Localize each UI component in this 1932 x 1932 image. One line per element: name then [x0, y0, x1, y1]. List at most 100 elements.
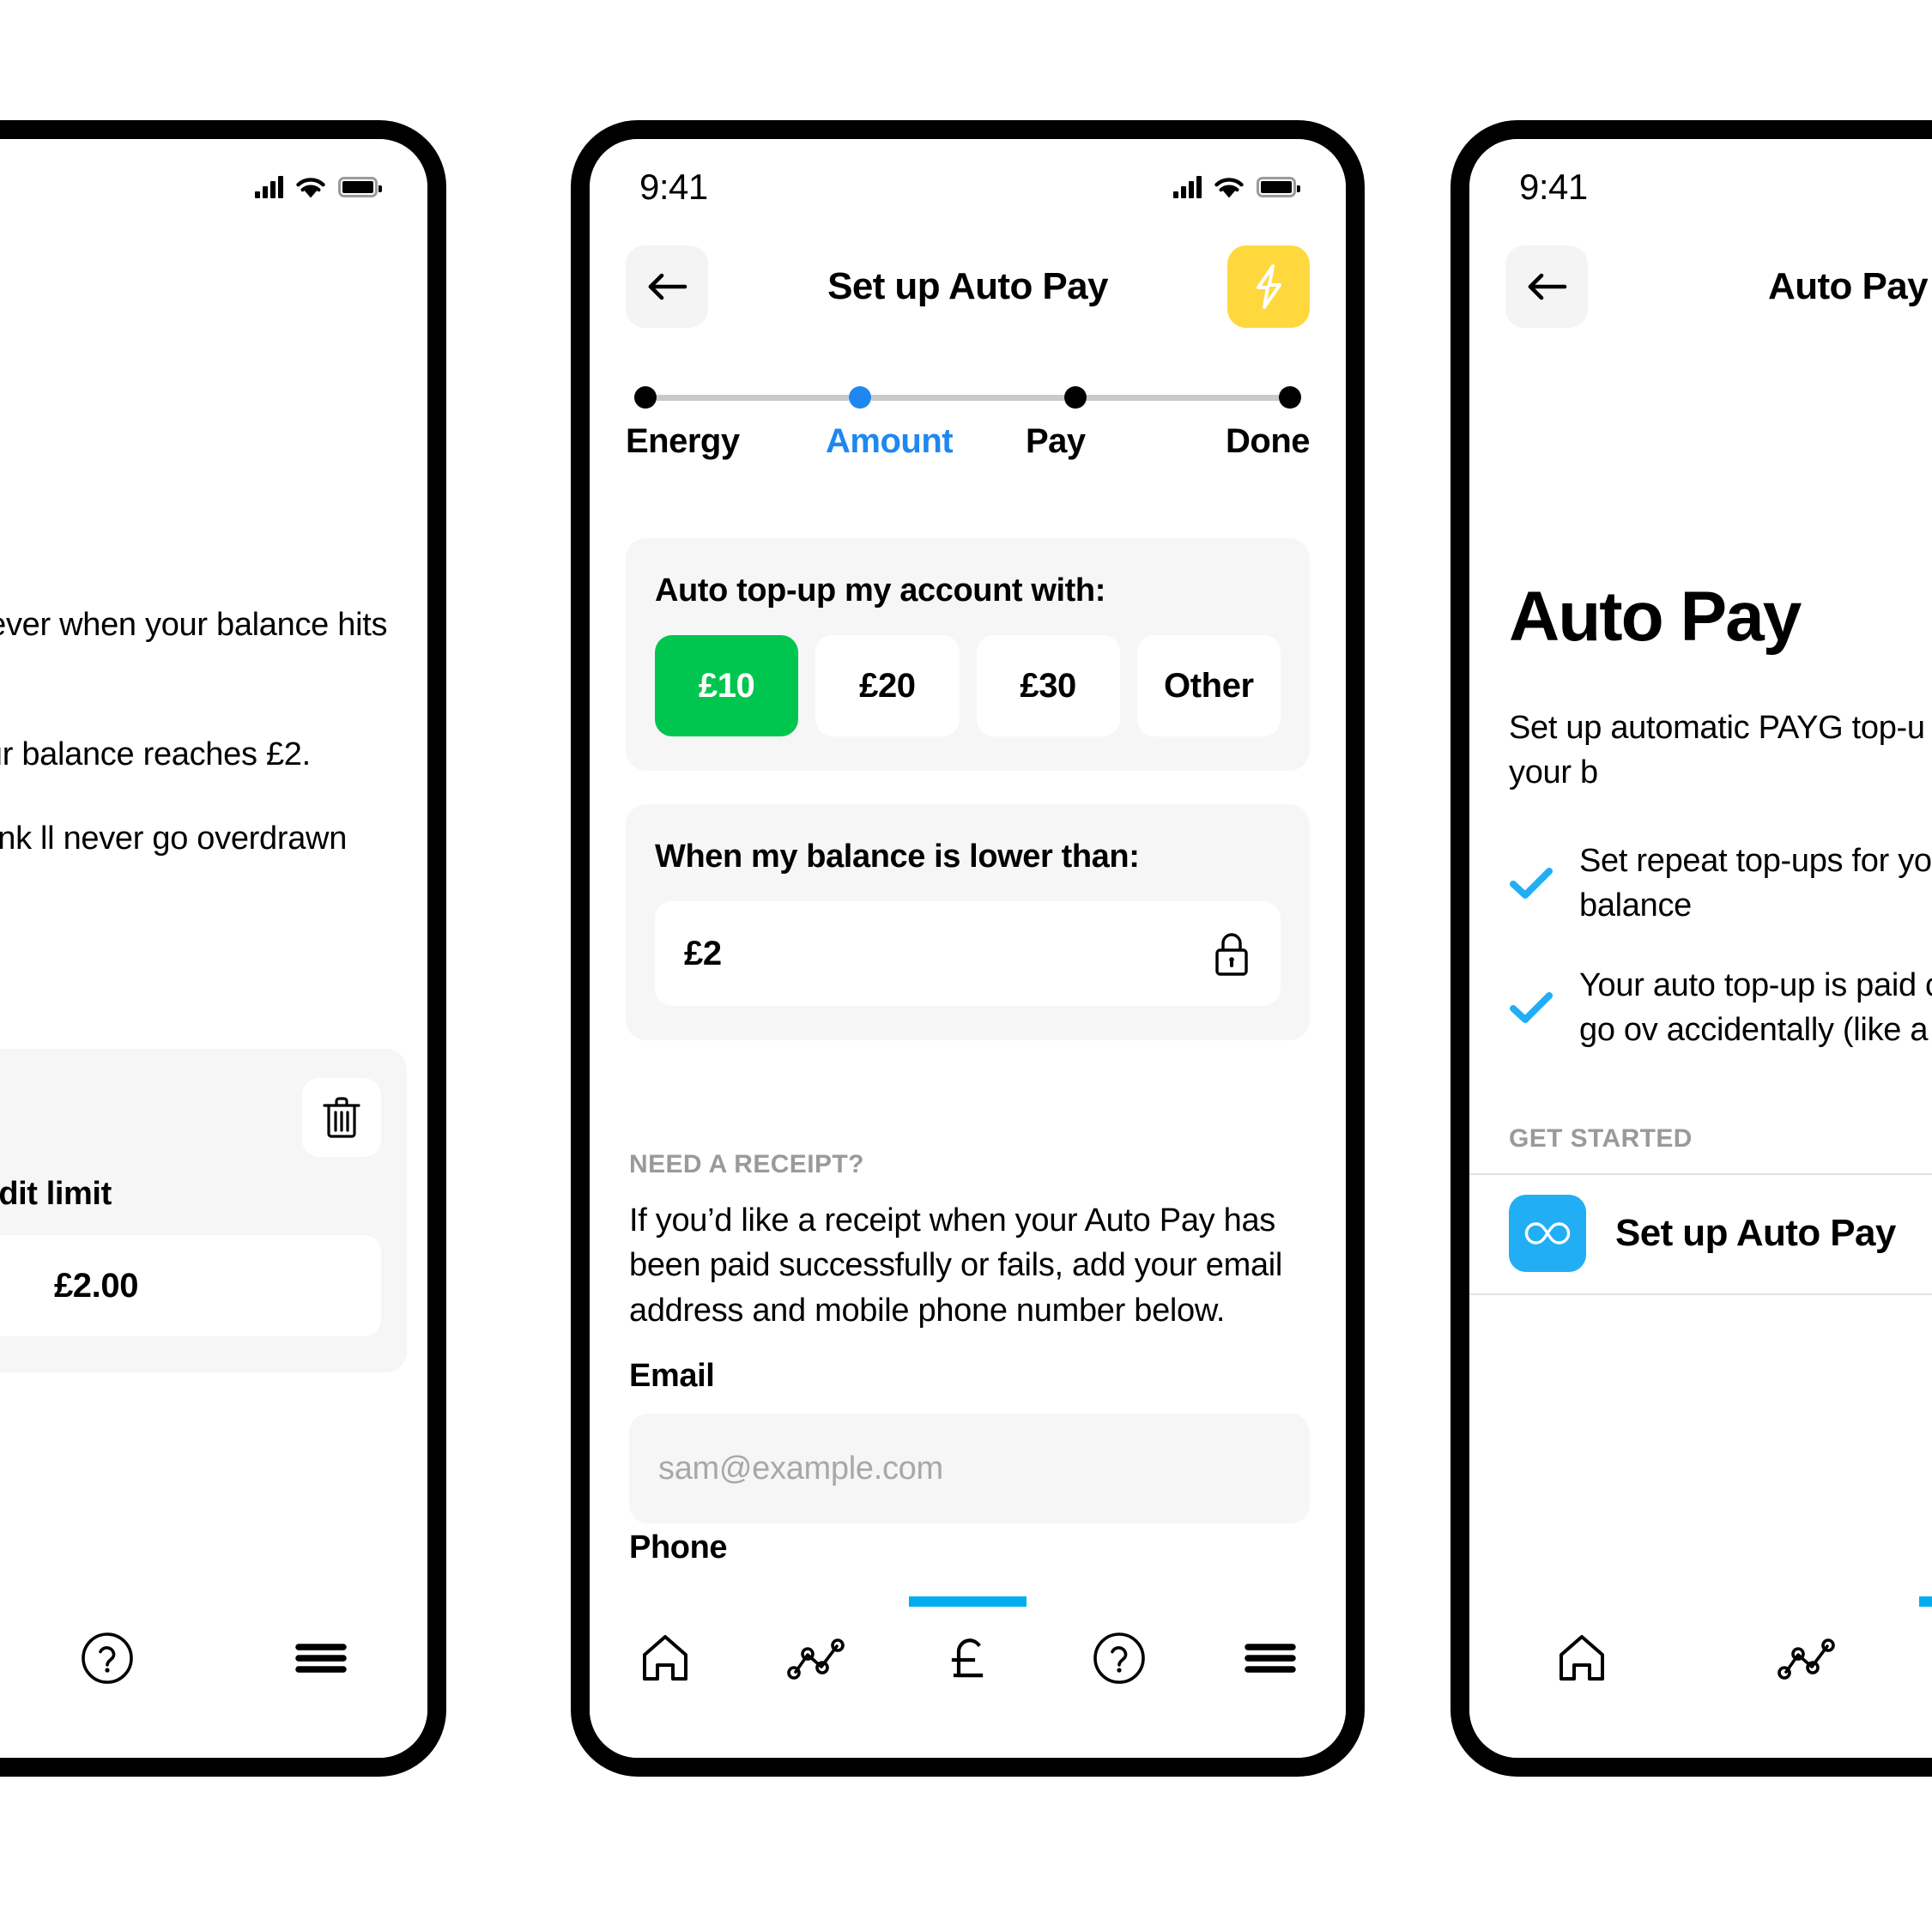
bottom-nav: [1469, 1607, 1932, 1710]
step-label-done: Done: [1226, 422, 1311, 460]
topup-option-other[interactable]: Other: [1136, 635, 1281, 736]
page-title: Auto Pay: [0, 265, 391, 308]
trash-icon: [321, 1095, 362, 1140]
balance-threshold-value: £2: [684, 934, 722, 972]
check-icon: [1509, 989, 1553, 1027]
home-indicator-cell: [590, 1596, 741, 1607]
credit-limit-label: Credit limit: [0, 1176, 112, 1212]
step-line: [1086, 394, 1279, 401]
bottom-nav-item-menu[interactable]: [214, 1640, 427, 1676]
balance-threshold-card: When my balance is lower than: £2: [626, 804, 1310, 1040]
home-indicator-bar-empty: [1060, 1596, 1178, 1607]
balance-threshold-title: When my balance is lower than:: [655, 839, 1140, 875]
status-bar: 9:41: [590, 161, 1346, 213]
email-input[interactable]: sam@example.com: [629, 1414, 1310, 1523]
nav-header: Auto Pay: [0, 242, 427, 331]
phone-center: 9:41 Set up Auto Pay Energy Amount Pay D…: [571, 120, 1365, 1777]
bottom-nav-item-home[interactable]: [1469, 1632, 1694, 1684]
nav-header: Set up Auto Pay: [590, 242, 1346, 331]
step-dot-pay[interactable]: [1063, 386, 1087, 409]
step-label-energy: Energy: [626, 422, 740, 460]
arrow-left-icon: [645, 270, 688, 303]
bottom-nav-item-usage[interactable]: [1694, 1636, 1919, 1681]
status-time: 9:41: [1519, 167, 1588, 207]
arrow-left-icon: [1525, 270, 1568, 303]
step-dot-energy[interactable]: [634, 386, 657, 409]
home-indicator-bar-empty: [24, 1596, 191, 1607]
topup-amount-options: £10 £20 £30 Other: [655, 635, 1281, 736]
home-indicator-cell: [1469, 1596, 1694, 1607]
step-dot-amount[interactable]: [849, 386, 872, 409]
home-indicator-row: [0, 1596, 427, 1607]
status-icons: [255, 176, 382, 199]
topup-option-20[interactable]: £20: [815, 635, 960, 736]
home-indicator-bar: [908, 1596, 1027, 1607]
menu-icon: [1244, 1640, 1297, 1676]
stepper-labels: Energy Amount Pay Done: [626, 422, 1311, 461]
home-indicator-cell: [1044, 1596, 1195, 1607]
infinity-icon: [1509, 1195, 1586, 1272]
lightning-bolt-icon: [1250, 263, 1287, 311]
back-button[interactable]: [1505, 245, 1588, 328]
home-indicator-cell: [1, 1596, 215, 1607]
setup-stepper: Energy Amount Pay Done: [626, 386, 1311, 461]
cellular-signal-icon: [255, 176, 283, 198]
intro-paragraph: Set up automatic PAYG top-u forget to to…: [1509, 710, 1932, 791]
home-icon: [1555, 1632, 1608, 1684]
get-started-eyebrow: GET STARTED: [1509, 1124, 1693, 1153]
bottom-nav-item-help[interactable]: [1, 1632, 215, 1685]
home-icon: [639, 1632, 692, 1684]
home-indicator-bar-empty: [238, 1596, 404, 1607]
list-item-label: Set repeat top-ups for yo meter when you…: [1579, 843, 1932, 924]
intro-paragraph-2: op-ups for your PAYG your balance reache…: [0, 736, 311, 772]
delete-credit-limit-button[interactable]: [302, 1078, 381, 1157]
page-title: Set up Auto Pay: [827, 265, 1108, 307]
step-line: [657, 394, 850, 401]
list-item-label: Your auto top-up is paid card, so you’ll…: [1579, 966, 1932, 1049]
email-group: Email sam@example.com: [629, 1358, 1310, 1523]
phone-left-screen: Auto Pay c PAYG top-ups so you never whe…: [0, 139, 427, 1758]
phone-left: Auto Pay c PAYG top-ups so you never whe…: [0, 120, 446, 1777]
home-indicator-cell: [1919, 1596, 1932, 1607]
boost-button[interactable]: [1227, 245, 1310, 328]
phone-right-screen: 9:41 Auto Pay Auto Pay Set up automatic …: [1469, 139, 1932, 1758]
page-heading: Auto Pay: [1509, 578, 1802, 656]
status-time: 9:41: [639, 167, 708, 207]
status-icons: [1173, 176, 1300, 199]
bottom-nav-item-help[interactable]: [1044, 1632, 1195, 1685]
benefits-list: Set repeat top-ups for yo meter when you…: [1509, 839, 1932, 1053]
usage-chart-icon: [1776, 1636, 1838, 1681]
pound-icon: [942, 1631, 994, 1686]
bottom-nav-item-pound[interactable]: [1919, 1631, 1932, 1686]
nav-header: Auto Pay: [1469, 242, 1932, 331]
bottom-nav-item-usage[interactable]: [741, 1636, 892, 1681]
stepper-track: [626, 386, 1310, 409]
divider: [1469, 1293, 1932, 1295]
get-started-row-setup-auto-pay[interactable]: Set up Auto Pay: [1469, 1173, 1932, 1293]
home-indicator-row: [590, 1596, 1346, 1607]
credit-limit-value[interactable]: £2.00: [0, 1235, 381, 1336]
help-icon: [81, 1632, 134, 1685]
phone-center-screen: 9:41 Set up Auto Pay Energy Amount Pay D…: [590, 139, 1346, 1758]
topup-option-10[interactable]: £10: [655, 635, 799, 736]
status-bar: 9:41: [1469, 161, 1932, 213]
email-label: Email: [629, 1358, 715, 1394]
battery-icon: [338, 177, 382, 197]
step-dot-done[interactable]: [1278, 386, 1301, 409]
wifi-icon: [1214, 176, 1245, 199]
bottom-nav-item-menu[interactable]: [1195, 1640, 1346, 1676]
back-button[interactable]: [626, 245, 708, 328]
home-indicator-bar: [1919, 1596, 1932, 1607]
step-label-pay: Pay: [1026, 422, 1086, 460]
balance-threshold-field[interactable]: £2: [655, 901, 1281, 1006]
usage-chart-icon: [785, 1636, 847, 1681]
intro-paragraph-3: op-up is paid with your bank ll never go…: [0, 821, 348, 857]
bottom-nav-item-home[interactable]: [590, 1632, 741, 1684]
bottom-nav-item-pound[interactable]: [892, 1631, 1043, 1686]
check-icon: [1509, 864, 1553, 902]
topup-option-30[interactable]: £30: [976, 635, 1120, 736]
list-item: Your auto top-up is paid card, so you’ll…: [1509, 963, 1932, 1053]
receipt-section: NEED A RECEIPT? If you’d like a receipt …: [629, 1150, 1310, 1333]
intro-paragraph-1: c PAYG top-ups so you never when your ba…: [0, 607, 388, 643]
home-indicator-cell: [892, 1596, 1043, 1607]
